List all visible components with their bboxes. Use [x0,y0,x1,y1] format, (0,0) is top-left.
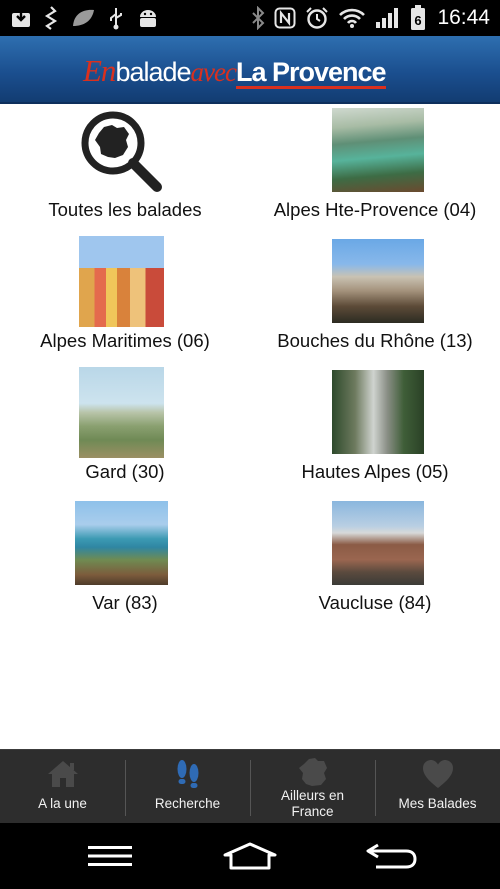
heart-icon [422,760,453,788]
logo-en: En [83,53,116,88]
tab-ailleurs-en-france[interactable]: Ailleurs en France [250,750,375,824]
home-button[interactable] [221,837,279,875]
destination-label: Vaucluse (84) [318,592,432,613]
tab-label: Recherche [154,796,221,811]
var-photo [75,501,168,585]
leaf-icon [73,9,94,26]
bouches-du-rhone-photo [332,239,424,323]
bluetooth-icon [252,6,265,30]
alarm-icon [306,7,329,29]
tab-a-la-une[interactable]: A la une [0,750,125,824]
status-right-icons: 6 16:44 [251,5,500,31]
status-bar: 6 16:44 [0,0,500,36]
tab-label: Ailleurs en France [280,788,345,819]
tab-label: Mes Balades [398,796,477,811]
destination-label: Alpes Hte-Provence (04) [273,199,477,220]
logo-balade: balade [115,57,191,87]
status-left-icons [0,6,160,30]
footsteps-icon [177,760,198,788]
alpes-maritimes-photo [79,236,164,327]
system-nav-bar [0,823,500,889]
signal-icon [376,8,399,28]
logo-avec: avec [190,57,237,87]
battery-level: 6 [415,13,422,28]
tab-recherche[interactable]: Recherche [125,750,250,824]
back-button[interactable] [364,837,418,875]
menu-button[interactable] [86,837,134,875]
destination-label: Bouches du Rhône (13) [277,330,473,351]
menu-icon [88,846,132,866]
france-map-icon [298,758,327,786]
vaucluse-photo [332,501,424,585]
android-icon [140,10,156,27]
destination-label: Alpes Maritimes (06) [40,330,210,351]
bottom-tab-bar: A la une Recherche Ailleurs en France Me… [0,749,500,823]
app-logo: En balade avec La Provence [83,53,387,89]
usb-debug-icon [44,6,58,30]
nfc-icon [274,7,296,29]
destination-label: Var (83) [92,592,158,613]
destination-label: Toutes les balades [48,199,202,220]
alpes-hte-provence-photo [332,108,424,192]
destination-tile-84[interactable]: Vaucluse (84) [250,497,500,627]
gard-photo [79,367,164,458]
destination-tile-06[interactable]: Alpes Maritimes (06) [0,235,250,365]
hautes-alpes-photo [332,370,424,454]
app-header: En balade avec La Provence [0,36,500,104]
destination-tile-13[interactable]: Bouches du Rhône (13) [250,235,500,365]
home-icon [47,761,78,787]
logo-la-provence: La Provence [235,57,387,89]
destination-tile-05[interactable]: Hautes Alpes (05) [250,366,500,496]
status-time: 16:44 [437,6,490,29]
usb-icon [110,8,122,30]
destination-tile-all[interactable]: Toutes les balades [0,104,250,234]
wifi-icon [339,8,366,28]
destination-tile-04[interactable]: Alpes Hte-Provence (04) [250,104,500,234]
home-outline-icon [223,842,277,870]
download-box-icon [12,10,30,27]
tab-label: A la une [38,796,87,811]
destination-tile-83[interactable]: Var (83) [0,497,250,627]
map-search-icon [81,111,162,192]
tab-mes-balades[interactable]: Mes Balades [375,750,500,824]
destination-label: Hautes Alpes (05) [301,461,449,482]
back-icon [366,843,417,869]
destination-tile-30[interactable]: Gard (30) [0,366,250,496]
battery-icon: 6 [411,5,426,30]
destination-label: Gard (30) [85,461,165,482]
